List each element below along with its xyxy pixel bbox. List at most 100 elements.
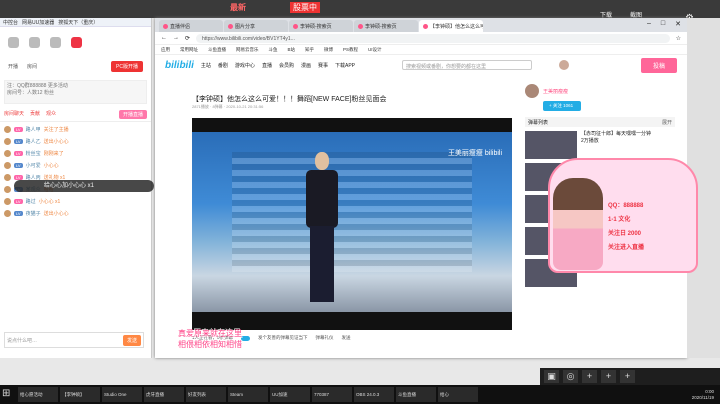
chat-user[interactable]: 小可爱 — [26, 162, 41, 169]
nav-link[interactable]: 游戏中心 — [235, 62, 255, 69]
home-icon[interactable] — [8, 36, 19, 48]
site-search[interactable]: 搜索视频或番剧，你想要的都在这里 — [402, 60, 533, 70]
room-button[interactable]: 房间 — [27, 63, 37, 70]
star-icon[interactable]: ☆ — [676, 35, 681, 42]
recommend-title[interactable]: 【赤司征十郎】每天嘿嘿一分钟 — [581, 131, 651, 138]
pc-live-button[interactable]: PC版开播 — [111, 61, 143, 72]
chat-avatar[interactable] — [4, 173, 11, 181]
bookmark-item[interactable]: PS教程 — [343, 47, 358, 53]
tab-favicon-icon — [163, 24, 168, 30]
chat-avatar[interactable] — [4, 161, 11, 169]
taskbar-item[interactable]: UU加速 — [270, 387, 310, 402]
bell-icon[interactable] — [50, 36, 61, 48]
user-avatar[interactable] — [559, 60, 570, 70]
video-player[interactable]: 王美丽瘦瘦 bilibili — [192, 118, 512, 330]
tab-audience[interactable]: 观众 — [46, 110, 56, 119]
minimize-icon[interactable]: – — [647, 20, 651, 28]
browser-tab[interactable]: 李钟硕-搜索页 — [289, 20, 353, 32]
gift-icon[interactable] — [29, 36, 40, 48]
follow-button[interactable]: + 关注 1061 — [543, 101, 581, 111]
room-info-a: 注：QQ群888888 更多活动 — [7, 83, 68, 89]
reload-icon[interactable]: ⟳ — [185, 35, 190, 42]
taskbar-item[interactable]: 好友列表 — [186, 387, 226, 402]
chat-user[interactable]: 粉丝宝 — [26, 150, 41, 157]
bookmark-item[interactable]: 常用网址 — [180, 47, 198, 53]
bookmark-item[interactable]: 知乎 — [305, 47, 314, 53]
open-live-button[interactable]: 开播直播 — [118, 110, 147, 119]
taskbar-item[interactable]: OBS 24.0.3 — [354, 387, 394, 402]
url-field[interactable]: https://www.bilibili.com/video/BV1YT4y1.… — [196, 33, 670, 43]
close-icon[interactable]: ✕ — [675, 20, 681, 28]
chat-list: LV 路人甲 关注了主播 LV 路人乙 送出小心心 LV 粉丝宝 刚刚来了 LV 小可爱 小心心 LV 路… — [0, 122, 151, 222]
uploader-name[interactable]: 王美丽瘦瘦 — [543, 88, 568, 95]
taskbar-item[interactable]: Studio One — [102, 387, 142, 402]
playlist-expand[interactable]: 展开 — [662, 119, 672, 126]
bookmark-item[interactable]: 斗鱼直播 — [208, 47, 226, 53]
tab-contrib[interactable]: 贡献 — [30, 110, 40, 119]
browser-tab[interactable]: 【李钟硕】他怎么这么可爱 — [419, 20, 483, 32]
nav-link[interactable]: 番剧 — [218, 62, 228, 69]
chat-avatar[interactable] — [4, 125, 11, 133]
danmaku-input[interactable]: 发个友善的弹幕见证当下 — [258, 335, 308, 341]
nav-link[interactable]: 直播 — [262, 62, 272, 69]
dock-button[interactable]: + — [601, 370, 616, 383]
chat-input[interactable]: 说点什么吧… 发送 — [4, 332, 144, 348]
bookmark-item[interactable]: 微博 — [324, 47, 333, 53]
danmaku-toggle[interactable] — [241, 335, 251, 341]
dock-button[interactable]: + — [620, 370, 635, 383]
bookmark-item[interactable]: 网易云音乐 — [236, 47, 259, 53]
tab-chat[interactable]: 房间聊天 — [4, 110, 24, 119]
taskbar-item[interactable]: 虎牙直播 — [144, 387, 184, 402]
taskbar-item[interactable]: 给心愿活动 — [18, 387, 58, 402]
browser-tab[interactable]: 图片分享 — [224, 20, 288, 32]
taskbar-item[interactable]: 给心 — [438, 387, 478, 402]
chat-user[interactable]: 路过 — [26, 198, 36, 205]
nav-link[interactable]: 下载APP — [335, 62, 355, 69]
chat-avatar[interactable] — [4, 209, 11, 217]
bookmark-item[interactable]: 应用 — [161, 47, 170, 53]
bookmark-item[interactable]: B站 — [288, 47, 296, 53]
upload-button[interactable]: 投稿 — [640, 57, 677, 73]
taskbar-item[interactable]: 770387 — [312, 387, 352, 402]
browser-tab[interactable]: 直播伴侣 — [159, 20, 223, 32]
bookmark-item[interactable]: 斗鱼 — [269, 47, 278, 53]
bilibili-logo[interactable]: bilibili — [165, 60, 194, 71]
start-stream-button[interactable]: 开播 — [8, 63, 18, 70]
nav-link[interactable]: 会员购 — [279, 62, 294, 69]
maximize-icon[interactable]: □ — [661, 20, 665, 28]
clock-date: 2020/11/19 — [691, 394, 714, 400]
browser-tab[interactable]: 李钟硕-搜索页 — [354, 20, 418, 32]
back-icon[interactable]: ← — [161, 35, 167, 41]
chat-input-placeholder: 说点什么吧… — [7, 337, 38, 344]
forward-icon[interactable]: → — [173, 35, 179, 41]
chat-avatar[interactable] — [4, 197, 11, 205]
avatar[interactable] — [71, 36, 82, 48]
send-button[interactable]: 发送 — [122, 334, 141, 346]
chat-avatar[interactable] — [4, 185, 11, 193]
dock-button[interactable]: + — [582, 370, 597, 383]
chat-avatar[interactable] — [4, 149, 11, 157]
dock-button[interactable]: ▣ — [544, 370, 559, 383]
uploader-avatar[interactable] — [525, 84, 539, 98]
windows-start-icon[interactable]: ⊞ — [2, 388, 16, 402]
chat-user[interactable]: 路人乙 — [26, 138, 41, 145]
nav-link[interactable]: 赛事 — [318, 62, 328, 69]
taskbar-item[interactable]: 斗鱼直播 — [396, 387, 436, 402]
chat-user[interactable]: 夜猫子 — [26, 210, 41, 217]
tab-favicon-icon — [358, 24, 363, 30]
chat-avatar[interactable] — [4, 137, 11, 145]
danmaku-etiquette[interactable]: 弹幕礼仪 — [316, 335, 334, 341]
tab-label: 直播伴侣 — [170, 24, 191, 30]
taskbar-item[interactable]: Steam — [228, 387, 268, 402]
desktop: 最新 股票中 下载 截图 ⚙ 中控台 网易UU加速器 搜狐天下（重庆） 开播 房… — [0, 0, 720, 385]
bookmark-item[interactable]: UI设计 — [368, 47, 382, 53]
character-avatar — [553, 178, 603, 270]
dock-button[interactable]: ◎ — [563, 370, 578, 383]
chat-user[interactable]: 路人甲 — [26, 126, 41, 133]
taskbar-item[interactable]: 【李钟硕】 — [60, 387, 100, 402]
nav-link[interactable]: 主站 — [201, 62, 211, 69]
danmaku-send[interactable]: 发送 — [342, 335, 351, 341]
tab-strip: 直播伴侣 图片分享 李钟硕-搜索页 李钟硕-搜索页 【李钟硕】他怎么这么可爱 – □ ✕ — [155, 18, 687, 32]
room-info-b: 房间号：人数12 粉丝 — [7, 90, 54, 96]
nav-link[interactable]: 漫画 — [301, 62, 311, 69]
